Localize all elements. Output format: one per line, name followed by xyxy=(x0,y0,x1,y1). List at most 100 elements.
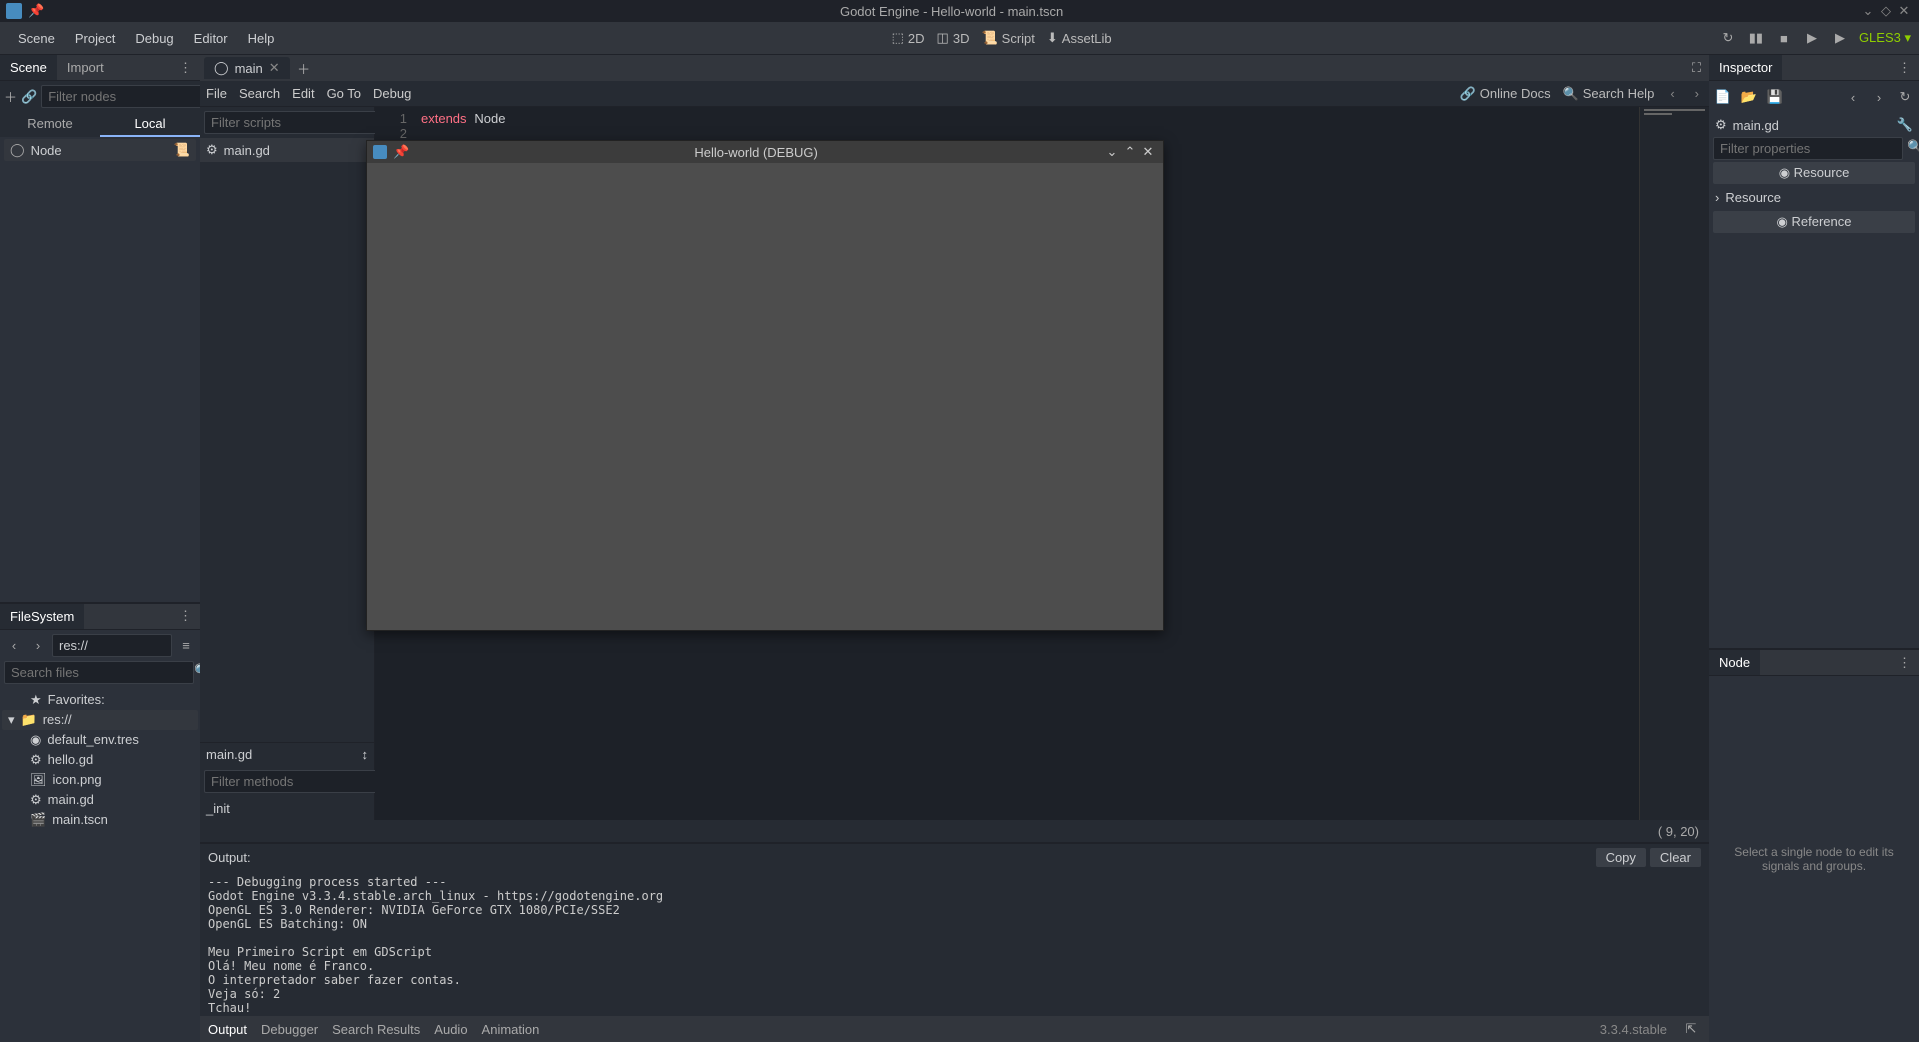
fs-file[interactable]: 🎬main.tscn xyxy=(2,810,198,830)
node-dock-menu-icon[interactable]: ⋮ xyxy=(1890,651,1919,675)
mode-assetlib[interactable]: ⬇AssetLib xyxy=(1047,30,1112,46)
fs-fwd-icon[interactable]: › xyxy=(28,635,48,655)
clear-button[interactable]: Clear xyxy=(1650,848,1701,867)
inspector-dock-menu-icon[interactable]: ⋮ xyxy=(1890,56,1919,80)
tab-import[interactable]: Import xyxy=(57,55,114,80)
new-tab-icon[interactable]: ＋ xyxy=(294,58,314,78)
maximize-icon[interactable]: ⌃ xyxy=(1121,144,1139,160)
tab-inspector[interactable]: Inspector xyxy=(1709,55,1782,80)
tab-node[interactable]: Node xyxy=(1709,650,1760,675)
history-back-icon[interactable]: ‹ xyxy=(1843,87,1863,107)
minimap[interactable] xyxy=(1639,107,1709,820)
fs-favorites[interactable]: ★Favorites: xyxy=(2,690,198,710)
method-list-header[interactable]: main.gd↕ xyxy=(200,743,374,766)
fs-file[interactable]: ⚙hello.gd xyxy=(2,750,198,770)
menu-debug[interactable]: Debug xyxy=(125,25,183,52)
fs-file[interactable]: ◉default_env.tres xyxy=(2,730,198,750)
script-nav-fwd-icon[interactable]: › xyxy=(1691,86,1703,102)
tab-animation[interactable]: Animation xyxy=(482,1022,540,1037)
new-resource-icon[interactable]: 📄 xyxy=(1713,87,1733,107)
fs-search-input[interactable] xyxy=(4,661,194,684)
output-text[interactable]: --- Debugging process started --- Godot … xyxy=(200,871,1709,1016)
node-script-icon[interactable]: 📜 xyxy=(174,142,190,158)
tab-debugger[interactable]: Debugger xyxy=(261,1022,318,1037)
close-tab-icon[interactable]: ✕ xyxy=(269,60,280,76)
image-icon: 🖼 xyxy=(30,772,47,788)
tab-search-results[interactable]: Search Results xyxy=(332,1022,420,1037)
pin-icon[interactable]: 📌 xyxy=(28,3,44,19)
renderer-dropdown[interactable]: GLES3 ▾ xyxy=(1859,30,1911,46)
pause-icon[interactable]: ▮▮ xyxy=(1747,29,1765,47)
fs-split-icon[interactable]: ≡ xyxy=(176,635,196,655)
scene-dock-header: Scene Import ⋮ xyxy=(0,55,200,81)
script-menu-edit[interactable]: Edit xyxy=(292,86,314,101)
stop-icon[interactable]: ■ xyxy=(1775,29,1793,47)
expand-panel-icon[interactable]: ⇱ xyxy=(1681,1019,1701,1039)
fs-dock-menu-icon[interactable]: ⋮ xyxy=(171,604,200,628)
tab-filesystem[interactable]: FileSystem xyxy=(0,604,84,629)
search-help-link[interactable]: 🔍Search Help xyxy=(1563,86,1655,102)
debug-window-titlebar[interactable]: 📌 Hello-world (DEBUG) ⌄ ⌃ ✕ xyxy=(367,141,1163,163)
history-fwd-icon[interactable]: › xyxy=(1869,87,1889,107)
script-list-item[interactable]: ⚙main.gd xyxy=(200,138,374,162)
maximize-icon[interactable]: ◇ xyxy=(1877,3,1895,19)
filter-methods-input[interactable] xyxy=(204,770,394,793)
tab-scene[interactable]: Scene xyxy=(0,55,57,80)
game-debug-window[interactable]: 📌 Hello-world (DEBUG) ⌄ ⌃ ✕ xyxy=(366,140,1164,631)
minimize-icon[interactable]: ⌄ xyxy=(1103,144,1121,160)
minimize-icon[interactable]: ⌄ xyxy=(1859,3,1877,19)
sort-icon[interactable]: ↕ xyxy=(362,747,369,762)
script-menu-debug[interactable]: Debug xyxy=(373,86,411,101)
script-nav-back-icon[interactable]: ‹ xyxy=(1666,86,1678,102)
2d-icon: ⬚ xyxy=(892,30,904,46)
online-docs-link[interactable]: 🔗Online Docs xyxy=(1460,86,1551,102)
tool-icon[interactable]: 🔧 xyxy=(1897,117,1913,133)
mode-3d[interactable]: ◫3D xyxy=(937,30,970,46)
fs-file[interactable]: ⚙main.gd xyxy=(2,790,198,810)
add-node-icon[interactable]: ＋ xyxy=(4,87,17,107)
fs-file[interactable]: 🖼icon.png xyxy=(2,770,198,790)
close-icon[interactable]: ✕ xyxy=(1139,144,1157,160)
play-custom-icon[interactable]: ▶ xyxy=(1831,29,1849,47)
filter-properties-input[interactable] xyxy=(1713,137,1903,160)
play-scene-icon[interactable]: ▶ xyxy=(1803,29,1821,47)
inspector-resource[interactable]: ⚙ main.gd 🔧 xyxy=(1713,113,1915,137)
script-menu-file[interactable]: File xyxy=(206,86,227,101)
tab-output[interactable]: Output xyxy=(208,1022,247,1037)
window-title: Godot Engine - Hello-world - main.tscn xyxy=(44,4,1859,19)
category-resource-button[interactable]: ◉ Resource xyxy=(1713,162,1915,184)
close-icon[interactable]: ✕ xyxy=(1895,3,1913,19)
fs-path[interactable]: res:// xyxy=(52,634,172,657)
menu-editor[interactable]: Editor xyxy=(184,25,238,52)
script-menu-search[interactable]: Search xyxy=(239,86,280,101)
fs-root[interactable]: ▾📁res:// xyxy=(2,710,198,730)
distraction-free-icon[interactable]: ⛶ xyxy=(1688,56,1705,80)
tab-remote[interactable]: Remote xyxy=(0,112,100,137)
assetlib-icon: ⬇ xyxy=(1047,30,1058,46)
method-item[interactable]: _init xyxy=(200,797,374,820)
load-resource-icon[interactable]: 📂 xyxy=(1739,87,1759,107)
copy-button[interactable]: Copy xyxy=(1596,848,1646,867)
tab-local[interactable]: Local xyxy=(100,112,200,137)
fs-back-icon[interactable]: ‹ xyxy=(4,635,24,655)
scene-tab-main[interactable]: ◯ main ✕ xyxy=(204,57,290,79)
menu-scene[interactable]: Scene xyxy=(8,25,65,52)
reload-icon[interactable]: ↻ xyxy=(1719,29,1737,47)
history-icon[interactable]: ↻ xyxy=(1895,87,1915,107)
mode-script[interactable]: 📜Script xyxy=(981,30,1034,46)
script-menu-goto[interactable]: Go To xyxy=(327,86,361,101)
category-reference-button[interactable]: ◉ Reference xyxy=(1713,211,1915,233)
pin-icon[interactable]: 📌 xyxy=(393,144,409,160)
scene-dock-menu-icon[interactable]: ⋮ xyxy=(171,56,200,80)
tab-audio[interactable]: Audio xyxy=(434,1022,467,1037)
menu-project[interactable]: Project xyxy=(65,25,125,52)
link-icon[interactable]: 🔗 xyxy=(21,87,37,107)
save-resource-icon[interactable]: 💾 xyxy=(1765,87,1785,107)
search-icon[interactable]: 🔍 xyxy=(1907,137,1919,157)
menu-help[interactable]: Help xyxy=(238,25,285,52)
filter-scripts-input[interactable] xyxy=(204,111,394,134)
scene-root-node[interactable]: ◯ Node 📜 xyxy=(4,139,196,161)
chevron-down-icon: ▾ xyxy=(8,712,15,728)
mode-2d[interactable]: ⬚2D xyxy=(892,30,925,46)
category-resource-expand[interactable]: ›Resource xyxy=(1713,186,1915,209)
